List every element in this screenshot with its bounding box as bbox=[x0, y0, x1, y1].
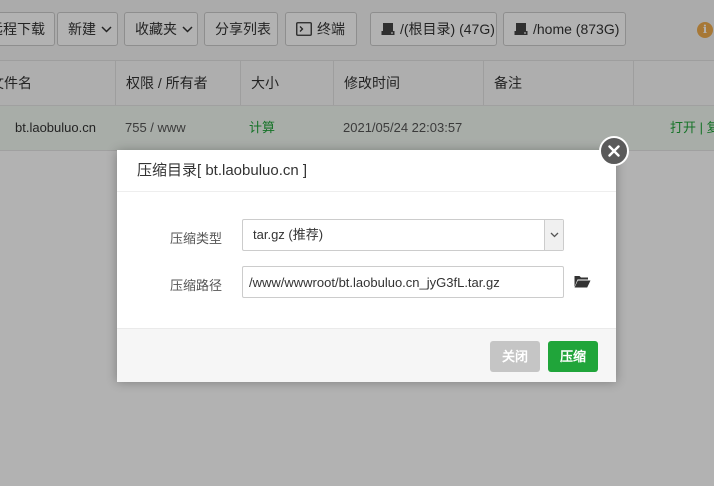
chevron-down-icon bbox=[544, 220, 563, 250]
dialog-close-button[interactable] bbox=[599, 136, 629, 166]
compress-dialog: 压缩目录[ bt.laobuluo.cn ] 压缩类型 tar.gz (推荐) … bbox=[117, 150, 616, 382]
folder-open-icon[interactable] bbox=[574, 275, 591, 288]
close-button[interactable]: 关闭 bbox=[490, 341, 540, 372]
compress-type-value: tar.gz (推荐) bbox=[253, 227, 324, 242]
compress-path-label: 压缩路径 bbox=[169, 278, 222, 293]
compress-button[interactable]: 压缩 bbox=[548, 341, 598, 372]
dialog-footer: 关闭 压缩 bbox=[117, 328, 616, 382]
compress-type-label: 压缩类型 bbox=[169, 231, 222, 246]
compress-type-select[interactable]: tar.gz (推荐) bbox=[242, 219, 564, 251]
compress-path-input[interactable] bbox=[242, 266, 564, 298]
dialog-title: 压缩目录[ bt.laobuluo.cn ] bbox=[117, 150, 616, 192]
close-icon bbox=[608, 145, 620, 157]
